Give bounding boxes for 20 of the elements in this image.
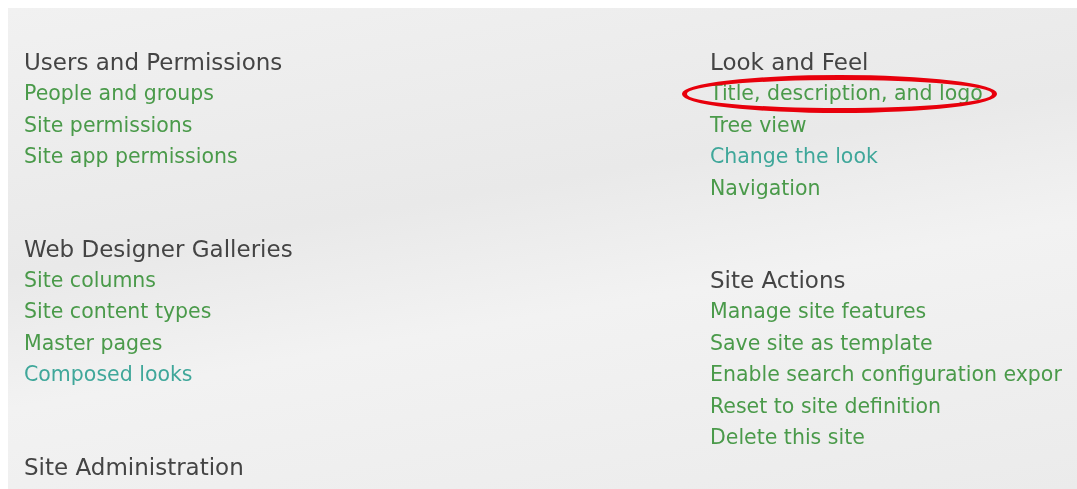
settings-link[interactable]: Navigation (710, 172, 821, 204)
settings-link[interactable]: Site columns (24, 264, 157, 296)
settings-link[interactable]: Manage site features (710, 296, 927, 328)
settings-link[interactable]: Delete this site (710, 422, 865, 454)
section-heading: Web Designer Galleries (24, 234, 293, 264)
settings-link[interactable]: Change the look (710, 141, 878, 173)
section-heading: Site Actions (710, 266, 846, 295)
settings-link[interactable]: Save site as template (710, 327, 933, 359)
section-heading: Look and Feel (710, 48, 869, 77)
settings-link[interactable]: Tree view (710, 109, 807, 141)
settings-link[interactable]: Reset to site definition (710, 390, 941, 422)
settings-link[interactable]: Site permissions (24, 109, 193, 141)
section-heading: Site Administration (24, 452, 244, 482)
settings-link[interactable]: Enable search configuration expor (710, 359, 1062, 391)
settings-link[interactable]: Composed looks (24, 359, 193, 391)
section-heading: Users and Permissions (24, 48, 283, 77)
settings-link[interactable]: Master pages (24, 327, 163, 359)
settings-link[interactable]: Site app permissions (24, 141, 238, 173)
settings-link[interactable]: Site content types (24, 296, 212, 328)
settings-link[interactable]: People and groups (24, 78, 214, 110)
